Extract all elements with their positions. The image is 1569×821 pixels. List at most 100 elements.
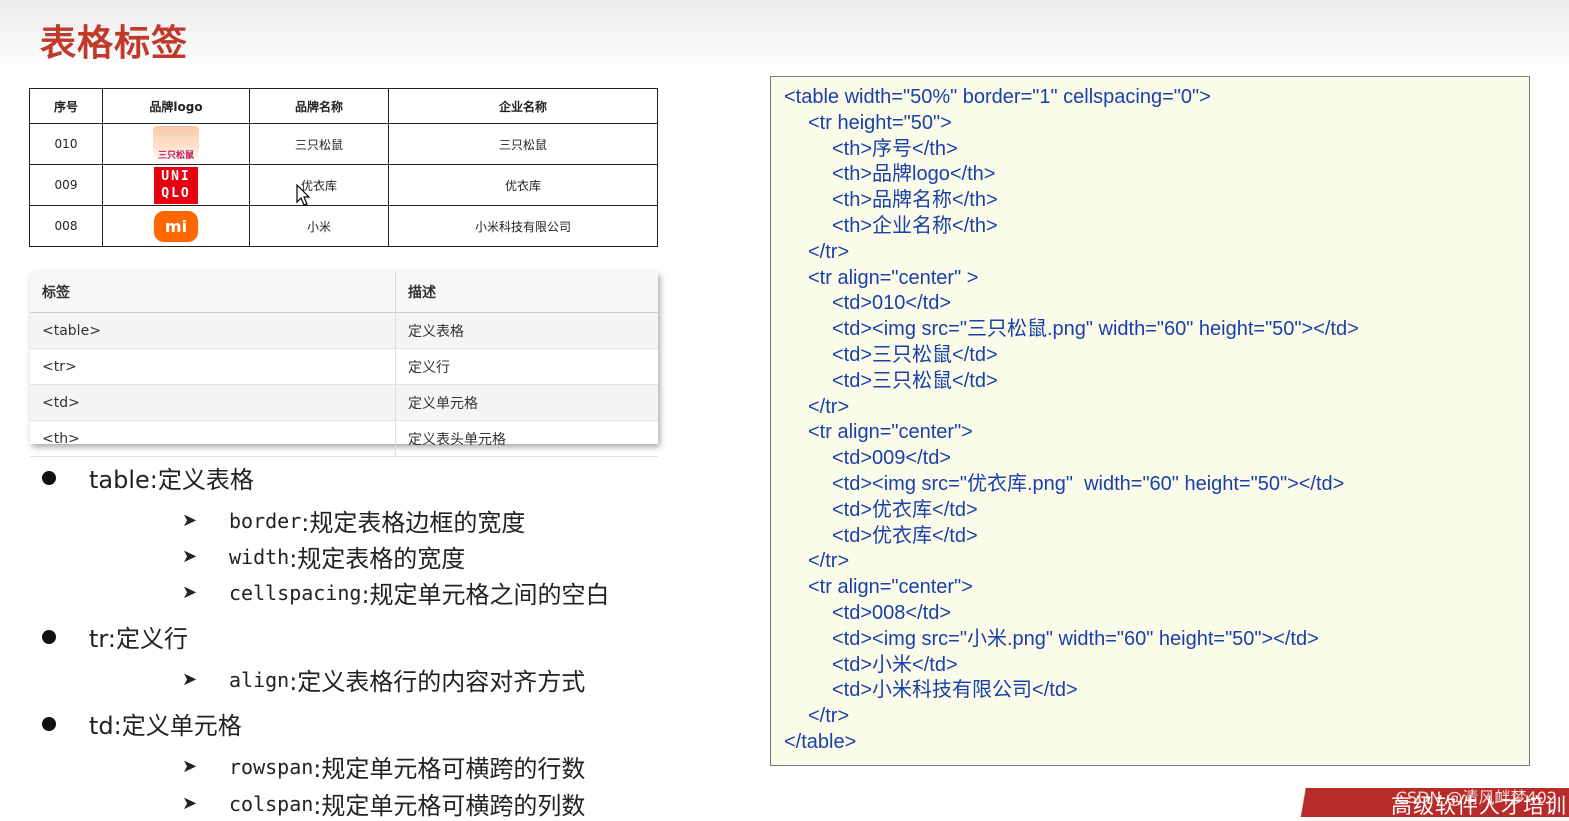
code-line: <td>010</td> (832, 292, 952, 315)
cell-company: 小米科技有限公司 (388, 205, 658, 247)
arrowhead-icon: ➤ (182, 669, 198, 690)
cell-logo: UNI QLO (102, 164, 250, 206)
code-line: <td>优衣库</td> (832, 524, 978, 547)
attr-name: width (229, 544, 290, 569)
attr-desc: :规定单元格之间的空白 (361, 581, 610, 609)
slide-title: 表格标签 (40, 23, 189, 64)
table-row: <tr> 定义行 (30, 348, 658, 385)
cell-logo: mi (102, 205, 250, 247)
code-line: </tr> (808, 395, 850, 418)
title-band (0, 0, 1569, 70)
code-line: <tr height="50"> (808, 111, 952, 134)
header-cell: 序号 (29, 88, 103, 124)
tag-table-header-row: 标签 描述 (30, 272, 658, 313)
demo-table: 序号 品牌logo 品牌名称 企业名称 010 三只松鼠 三只松鼠 三只松鼠 0… (29, 88, 658, 247)
table-row: 008 mi 小米 小米科技有限公司 (29, 205, 658, 247)
cell-id: 008 (29, 205, 103, 247)
table-row: 010 三只松鼠 三只松鼠 三只松鼠 (29, 123, 658, 165)
code-line: <tr align="center"> (808, 421, 973, 444)
cell-company: 三只松鼠 (388, 123, 658, 165)
demo-table-header-row: 序号 品牌logo 品牌名称 企业名称 (29, 88, 658, 124)
xiaomi-logo: mi (154, 210, 198, 242)
note-label: tr:定义行 (89, 625, 188, 653)
tag-table: 标签 描述 <table> 定义表格 <tr> 定义行 <td> 定义单元格 <… (30, 272, 658, 457)
table-row: 009 UNI QLO 优衣库 优衣库 (29, 164, 658, 206)
attr-name: rowspan (229, 754, 314, 779)
code-line: <td>三只松鼠</td> (832, 369, 998, 392)
sub-note: ➤ colspan :规定单元格可横跨的列数 (182, 786, 585, 821)
arrowhead-icon: ➤ (182, 510, 198, 531)
cell-brand: 优衣库 (249, 164, 389, 206)
cell-desc: 定义表头单元格 (395, 420, 658, 457)
cell-tag: <th> (30, 420, 396, 457)
attr-desc: :规定单元格可横跨的列数 (313, 792, 586, 820)
arrowhead-icon: ➤ (182, 756, 198, 777)
attr-desc: :规定表格的宽度 (289, 545, 466, 573)
cell-id: 010 (29, 123, 103, 165)
code-line: </tr> (808, 705, 850, 728)
three-squirrels-logo: 三只松鼠 (153, 126, 199, 162)
code-line: </tr> (808, 240, 850, 263)
sub-note: ➤ cellspacing :规定单元格之间的空白 (182, 575, 610, 610)
code-panel: <table width="50%" border="1" cellspacin… (770, 76, 1530, 766)
cell-desc: 定义表格 (395, 312, 658, 349)
sub-note: ➤ align :定义表格行的内容对齐方式 (182, 662, 585, 697)
watermark: CSDN @清风衅梦402 (1395, 788, 1557, 807)
sub-note: ➤ border :规定表格边框的宽度 (182, 503, 525, 538)
attr-name: align (229, 667, 290, 692)
attr-desc: :规定表格边框的宽度 (301, 509, 526, 537)
table-row: <th> 定义表头单元格 (30, 420, 658, 457)
note-label: td:定义单元格 (89, 712, 242, 740)
bullet-icon (42, 716, 56, 731)
table-row: <table> 定义表格 (30, 312, 658, 349)
arrowhead-icon: ➤ (182, 546, 198, 567)
cell-brand: 三只松鼠 (249, 123, 389, 165)
code-line: </table> (784, 730, 857, 753)
code-line: <tr align="center"> (808, 576, 973, 599)
note-tr: tr:定义行 (42, 619, 188, 654)
uniqlo-logo-line: QLO (161, 186, 191, 201)
cell-tag: <table> (30, 312, 396, 349)
table-row: <td> 定义单元格 (30, 384, 658, 421)
attr-desc: :定义表格行的内容对齐方式 (289, 668, 586, 696)
attr-name: cellspacing (229, 580, 362, 605)
attr-desc: :规定单元格可横跨的行数 (313, 755, 586, 783)
header-cell: 企业名称 (388, 88, 658, 124)
code-line: <td>小米</td> (832, 653, 958, 676)
code-line: <th>企业名称</th> (832, 214, 998, 237)
tag-table-card: 标签 描述 <table> 定义表格 <tr> 定义行 <td> 定义单元格 <… (30, 272, 658, 457)
note-label: table:定义表格 (89, 466, 254, 494)
cell-logo: 三只松鼠 (102, 123, 250, 165)
cell-company: 优衣库 (388, 164, 658, 206)
code-line: </tr> (808, 550, 850, 573)
code-line: <td>小米科技有限公司</td> (832, 679, 1078, 702)
cell-desc: 定义单元格 (395, 384, 658, 421)
code-line: <td><img src="优衣库.png" width="60" height… (832, 472, 1345, 495)
cell-id: 009 (29, 164, 103, 206)
code-line: <td><img src="小米.png" width="60" height=… (832, 627, 1319, 650)
code-line: <table width="50%" border="1" cellspacin… (784, 86, 1211, 108)
cell-desc: 定义行 (395, 348, 658, 385)
arrowhead-icon: ➤ (182, 582, 198, 603)
sub-note: ➤ width :规定表格的宽度 (182, 539, 465, 574)
code-line: <td>优衣库</td> (832, 498, 978, 521)
mouse-pointer-icon (296, 184, 311, 206)
bullet-icon (42, 470, 56, 485)
header-cell: 标签 (30, 272, 396, 313)
code-line: <td>009</td> (832, 447, 952, 470)
code-line: <td><img src="三只松鼠.png" width="60" heigh… (832, 318, 1359, 341)
cell-brand: 小米 (249, 205, 389, 247)
uniqlo-logo-line: UNI (161, 169, 191, 184)
code-line: <th>序号</th> (832, 137, 958, 160)
note-table: table:定义表格 (42, 460, 254, 495)
code-line: <th>品牌logo</th> (832, 163, 996, 186)
bullet-icon (42, 629, 56, 644)
code-line: <td>008</td> (832, 601, 952, 624)
header-cell: 描述 (395, 272, 658, 313)
attr-name: colspan (229, 791, 314, 816)
arrowhead-icon: ➤ (182, 793, 198, 814)
cell-tag: <tr> (30, 348, 396, 385)
code-line: <td>三只松鼠</td> (832, 343, 998, 366)
note-td: td:定义单元格 (42, 706, 242, 741)
code-line: <th>品牌名称</th> (832, 189, 998, 212)
